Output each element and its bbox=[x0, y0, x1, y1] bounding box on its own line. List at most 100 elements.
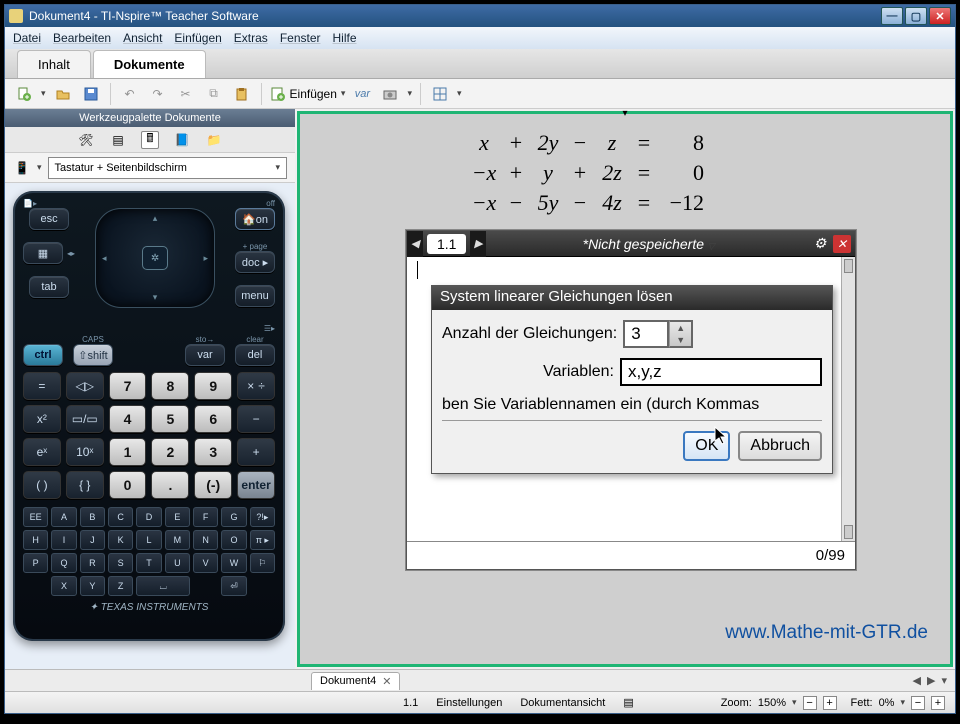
cut-button[interactable]: ✂ bbox=[175, 83, 197, 105]
status-settings[interactable]: Einstellungen bbox=[436, 697, 502, 709]
a-key[interactable]: A bbox=[51, 507, 76, 527]
layout-dropdown[interactable]: ▾ bbox=[457, 88, 462, 99]
spin-up-icon[interactable]: ▲ bbox=[670, 322, 691, 334]
eq-key[interactable]: = bbox=[23, 372, 61, 400]
return-key[interactable]: ⏎ bbox=[221, 576, 246, 596]
space-key[interactable]: ⌴ bbox=[136, 576, 190, 596]
hh-settings-icon[interactable]: ⚙ bbox=[811, 235, 829, 253]
status-view-icon[interactable]: ▤ bbox=[623, 696, 633, 709]
num-neg[interactable]: (-) bbox=[194, 471, 232, 499]
c-key[interactable]: C bbox=[108, 507, 133, 527]
ee-key[interactable]: EE bbox=[23, 507, 48, 527]
hh-page-tab[interactable]: 1.1 bbox=[427, 234, 466, 254]
e-key[interactable]: E bbox=[165, 507, 190, 527]
content-icon[interactable]: 📁 bbox=[205, 131, 223, 149]
doc-list-icon[interactable]: ▾ bbox=[941, 674, 947, 687]
var-button[interactable]: var bbox=[351, 83, 373, 105]
new-doc-dropdown[interactable]: ▾ bbox=[41, 88, 46, 99]
save-button[interactable] bbox=[80, 83, 102, 105]
doc-prev-icon[interactable]: ◀ bbox=[913, 674, 921, 687]
spinner-buttons[interactable]: ▲▼ bbox=[669, 320, 693, 348]
paste-button[interactable] bbox=[231, 83, 253, 105]
s-key[interactable]: S bbox=[108, 553, 133, 573]
frac-key[interactable]: ▭/▭ bbox=[66, 405, 104, 433]
menu-key[interactable]: menu bbox=[235, 285, 275, 307]
insert-menu[interactable]: Einfügen ▾ bbox=[270, 86, 346, 102]
menu-datei[interactable]: Datei bbox=[13, 31, 41, 45]
f-key[interactable]: F bbox=[193, 507, 218, 527]
scratch-key[interactable]: ▦ bbox=[23, 242, 63, 264]
on-key[interactable]: 🏠on bbox=[235, 208, 275, 230]
menu-bearbeiten[interactable]: Bearbeiten bbox=[53, 31, 111, 45]
chevron-down-icon[interactable]: ▾ bbox=[37, 162, 42, 173]
var-key[interactable]: var bbox=[185, 344, 225, 366]
open-button[interactable] bbox=[52, 83, 74, 105]
zoom-in-button[interactable]: + bbox=[823, 696, 837, 710]
camera-dropdown[interactable]: ▾ bbox=[407, 88, 412, 99]
doc-tab[interactable]: Dokument4 ✕ bbox=[311, 672, 400, 690]
plus-key[interactable]: + bbox=[237, 438, 275, 466]
x-key[interactable]: X bbox=[51, 576, 76, 596]
view-mode-combo[interactable]: Tastatur + Seitenbildschirm ▾ bbox=[48, 157, 287, 179]
hh-close-button[interactable]: ✕ bbox=[833, 235, 851, 253]
num-3[interactable]: 3 bbox=[194, 438, 232, 466]
menu-ansicht[interactable]: Ansicht bbox=[123, 31, 162, 45]
maximize-button[interactable]: ▢ bbox=[905, 7, 927, 25]
close-button[interactable]: ✕ bbox=[929, 7, 951, 25]
g-key[interactable]: G bbox=[221, 507, 246, 527]
x2-key[interactable]: x² bbox=[23, 405, 61, 433]
u-key[interactable]: U bbox=[165, 553, 190, 573]
tab-dokumente[interactable]: Dokumente bbox=[93, 50, 206, 78]
vars-input[interactable]: x,y,z bbox=[620, 358, 822, 386]
tools-icon[interactable]: 🛠 bbox=[77, 131, 95, 149]
esc-key[interactable]: esc bbox=[29, 208, 69, 230]
zoom-dropdown[interactable]: ▾ bbox=[792, 697, 797, 708]
pi-key[interactable]: π ▸ bbox=[250, 530, 275, 550]
spin-down-icon[interactable]: ▼ bbox=[670, 334, 691, 346]
tab-key[interactable]: tab bbox=[29, 276, 69, 298]
num-6[interactable]: 6 bbox=[194, 405, 232, 433]
b-key[interactable]: B bbox=[80, 507, 105, 527]
l-key[interactable]: L bbox=[136, 530, 161, 550]
shift-key[interactable]: ⇧shift bbox=[73, 344, 113, 366]
p-key[interactable]: P bbox=[23, 553, 48, 573]
i-key[interactable]: I bbox=[51, 530, 76, 550]
num-0[interactable]: 0 bbox=[109, 471, 147, 499]
bold-inc-button[interactable]: + bbox=[931, 696, 945, 710]
w-key[interactable]: W bbox=[221, 553, 246, 573]
camera-button[interactable] bbox=[379, 83, 401, 105]
paren-key[interactable]: ( ) bbox=[23, 471, 61, 499]
m-key[interactable]: M bbox=[165, 530, 190, 550]
doc-next-icon[interactable]: ▶ bbox=[927, 674, 935, 687]
menu-einfuegen[interactable]: Einfügen bbox=[174, 31, 221, 45]
k-key[interactable]: K bbox=[108, 530, 133, 550]
bold-dropdown[interactable]: ▾ bbox=[900, 697, 905, 708]
doc-tab-close[interactable]: ✕ bbox=[382, 675, 391, 688]
status-view[interactable]: Dokumentansicht bbox=[520, 697, 605, 709]
menu-fenster[interactable]: Fenster bbox=[280, 31, 321, 45]
touchpad-click-icon[interactable]: ✲ bbox=[142, 246, 168, 270]
hh-next-button[interactable]: ▶ bbox=[470, 231, 486, 257]
v-key[interactable]: V bbox=[193, 553, 218, 573]
r-key[interactable]: R bbox=[80, 553, 105, 573]
count-value[interactable]: 3 bbox=[623, 320, 669, 348]
handheld-icon[interactable]: 📱 bbox=[13, 159, 31, 177]
hh-body[interactable]: System linearer Gleichungen lösen Anzahl… bbox=[407, 257, 855, 541]
cancel-button[interactable]: Abbruch bbox=[738, 431, 822, 461]
punct-key[interactable]: ?!▸ bbox=[250, 507, 275, 527]
new-doc-button[interactable] bbox=[13, 83, 35, 105]
o-key[interactable]: O bbox=[221, 530, 246, 550]
minimize-button[interactable]: — bbox=[881, 7, 903, 25]
bold-dec-button[interactable]: − bbox=[911, 696, 925, 710]
num-5[interactable]: 5 bbox=[151, 405, 189, 433]
y-key[interactable]: Y bbox=[80, 576, 105, 596]
ctrl-key[interactable]: ctrl bbox=[23, 344, 63, 366]
num-7[interactable]: 7 bbox=[109, 372, 147, 400]
scroll-up-icon[interactable] bbox=[844, 259, 853, 273]
library-icon[interactable]: 📘 bbox=[173, 131, 191, 149]
copy-button[interactable]: ⧉ bbox=[203, 83, 225, 105]
touchpad[interactable]: ▴ ▾ ◂ ▸ ✲ bbox=[95, 208, 215, 308]
num-4[interactable]: 4 bbox=[109, 405, 147, 433]
minus-key[interactable]: − bbox=[237, 405, 275, 433]
scroll-down-icon[interactable] bbox=[844, 525, 853, 539]
